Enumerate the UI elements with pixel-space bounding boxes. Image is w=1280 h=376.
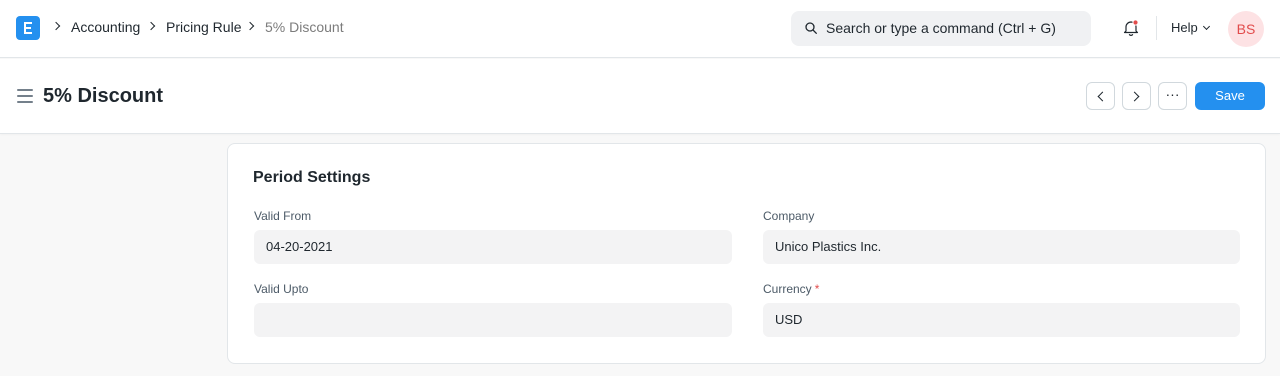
next-document-button[interactable] xyxy=(1122,82,1151,110)
bell-icon[interactable] xyxy=(1121,18,1141,38)
app-logo-icon[interactable] xyxy=(16,16,40,40)
page-head: 5% Discount ··· Save xyxy=(0,59,1280,134)
search-input[interactable]: Search or type a command (Ctrl + G) xyxy=(791,11,1091,46)
period-settings-section: Period Settings Valid From 04-20-2021 Va… xyxy=(227,143,1266,364)
valid-from-label: Valid From xyxy=(254,209,312,223)
company-field[interactable]: Unico Plastics Inc. xyxy=(763,230,1240,264)
page-title: 5% Discount xyxy=(43,85,164,107)
chevron-right-icon xyxy=(245,21,255,31)
valid-upto-label: Valid Upto xyxy=(254,282,309,296)
company-label: Company xyxy=(763,209,815,223)
breadcrumb-current[interactable]: 5% Discount xyxy=(265,19,344,36)
more-actions-button[interactable]: ··· xyxy=(1158,82,1187,110)
avatar[interactable]: BS xyxy=(1228,11,1264,47)
chevron-right-icon xyxy=(1129,91,1140,102)
chevron-left-icon xyxy=(1097,91,1108,102)
navbar-divider xyxy=(1156,16,1157,40)
currency-label-text: Currency xyxy=(763,282,812,296)
chevron-right-icon xyxy=(51,21,61,31)
navbar: Accounting Pricing Rule 5% Discount Sear… xyxy=(0,0,1280,58)
previous-document-button[interactable] xyxy=(1086,82,1115,110)
currency-label: Currency * xyxy=(763,282,819,297)
valid-from-field[interactable]: 04-20-2021 xyxy=(254,230,732,264)
chevron-right-icon xyxy=(146,21,156,31)
search-icon xyxy=(805,22,817,34)
valid-upto-field[interactable] xyxy=(254,303,732,337)
section-title: Period Settings xyxy=(253,169,371,186)
save-button[interactable]: Save xyxy=(1195,82,1265,110)
currency-field[interactable]: USD xyxy=(763,303,1240,337)
search-placeholder: Search or type a command (Ctrl + G) xyxy=(826,20,1056,36)
required-indicator: * xyxy=(814,282,820,296)
breadcrumb-pricing-rule[interactable]: Pricing Rule xyxy=(166,19,241,36)
hamburger-menu-icon[interactable] xyxy=(17,89,33,103)
help-dropdown[interactable]: Help xyxy=(1171,19,1198,36)
breadcrumb-accounting[interactable]: Accounting xyxy=(71,19,140,36)
more-horizontal-icon: ··· xyxy=(1165,86,1180,102)
chevron-down-icon xyxy=(1202,22,1211,31)
